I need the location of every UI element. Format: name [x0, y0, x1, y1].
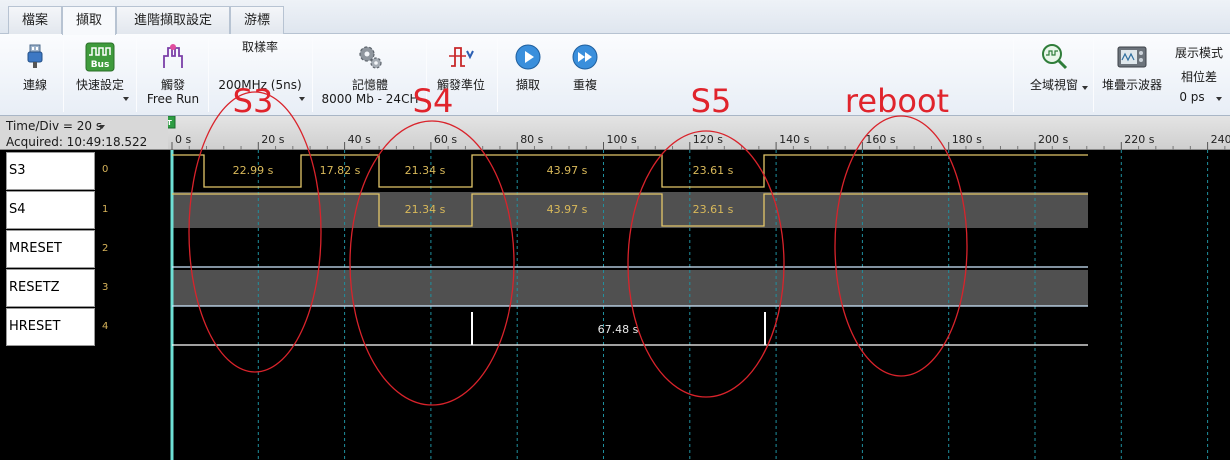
- ruler-info-panel: Time/Div = 20 s Acquired: 10:49:18.522: [0, 116, 168, 150]
- stack-scope-button[interactable]: 堆疊示波器: [1096, 34, 1168, 116]
- time-div-label[interactable]: Time/Div = 20 s: [6, 119, 102, 133]
- channel-track: [172, 153, 1088, 189]
- ribbon-toolbar: 連線 Bus 快速設定 觸發 Free Run 取樣率 200MHz (5ns): [0, 34, 1230, 116]
- memory-label: 記憶體: [351, 78, 388, 92]
- ruler-tick-label: 100 s: [607, 133, 637, 146]
- ruler-tick-label: 140 s: [779, 133, 809, 146]
- repeat-label: 重複: [572, 78, 597, 92]
- channel-name[interactable]: S4: [6, 191, 95, 229]
- ribbon-divider: [208, 38, 209, 112]
- pulse-width-label: 43.97 s: [547, 203, 588, 216]
- usb-icon: [27, 44, 43, 68]
- channel-name-column: S3 S4 MRESET RESETZ HRESET: [0, 150, 95, 460]
- tab-cursor[interactable]: 游標: [230, 6, 284, 34]
- pulse-width-label: 43.97 s: [547, 164, 588, 177]
- pulse-width-label: 21.34 s: [405, 203, 446, 216]
- tab-advanced-capture[interactable]: 進階擷取設定: [116, 6, 230, 34]
- svg-text:Bus: Bus: [91, 60, 110, 70]
- connect-label: 連線: [22, 78, 47, 92]
- ribbon-divider: [497, 38, 498, 112]
- channel-index-column: 0 1 2 3 4: [95, 150, 168, 460]
- memory-value: 8000 Mb - 24CH: [321, 92, 419, 106]
- pulse-width-label: 67.48 s: [598, 323, 639, 336]
- ruler-tick-label: 40 s: [348, 133, 371, 146]
- chevron-down-icon: [1082, 86, 1088, 90]
- play-icon: [515, 44, 541, 70]
- ruler-tick-label: 180 s: [952, 133, 982, 146]
- trigger-label: 觸發: [160, 78, 185, 92]
- acquired-time-label: Acquired: 10:49:18.522: [6, 135, 148, 149]
- chevron-down-icon: [1216, 97, 1222, 101]
- ruler-tick-label: 60 s: [434, 133, 457, 146]
- channel-index: 4: [102, 321, 109, 332]
- channel-track: [172, 270, 1088, 306]
- ruler-tick-label: 200 s: [1038, 133, 1068, 146]
- trigger-level-icon: [449, 47, 474, 67]
- tab-file[interactable]: 檔案: [8, 6, 62, 34]
- chevron-down-icon: [299, 97, 305, 101]
- channel-name[interactable]: RESETZ: [6, 269, 95, 307]
- global-view-button[interactable]: 全域視窗: [1016, 34, 1092, 116]
- sample-rate-dropdown[interactable]: 取樣率 200MHz (5ns): [210, 34, 310, 116]
- capture-button[interactable]: 擷取: [500, 34, 556, 116]
- channel-index: 0: [102, 164, 109, 175]
- ribbon-divider: [426, 38, 427, 112]
- ruler-tick-label: 160 s: [865, 133, 895, 146]
- ruler-tick-label: 20 s: [261, 133, 284, 146]
- trigger-button[interactable]: 觸發 Free Run: [140, 34, 206, 116]
- quick-setup-label: 快速設定: [75, 78, 124, 92]
- channel-index: 3: [102, 282, 109, 293]
- display-mode-label: 展示模式: [1174, 46, 1223, 60]
- pulse-width-label: 23.61 s: [693, 164, 734, 177]
- channel-index: 1: [102, 204, 109, 215]
- ruler-tick-label: 120 s: [693, 133, 723, 146]
- gears-icon: [359, 46, 382, 69]
- ruler-tick-label: 80 s: [520, 133, 543, 146]
- chevron-down-icon: [123, 97, 129, 101]
- quick-setup-button[interactable]: Bus 快速設定: [66, 34, 134, 116]
- chevron-down-icon: [99, 125, 105, 129]
- channel-name[interactable]: S3: [6, 152, 95, 190]
- waveform-area[interactable]: 22.99 s 17.82 s 21.34 s 43.97 s 23.61 s 21.34…: [168, 150, 1230, 460]
- pulse-width-label: 21.34 s: [405, 164, 446, 177]
- global-view-label: 全域視窗: [1029, 78, 1078, 92]
- display-mode-group[interactable]: 展示模式 相位差 0 ps: [1168, 34, 1230, 116]
- trigger-marker-label: T: [168, 119, 172, 127]
- sample-rate-value: 200MHz (5ns): [218, 78, 302, 92]
- fast-forward-icon: [572, 44, 598, 70]
- tab-capture[interactable]: 擷取: [62, 6, 116, 35]
- trigger-mode-label: Free Run: [146, 92, 200, 106]
- bus-icon: Bus: [85, 42, 115, 72]
- memory-button[interactable]: 記憶體 8000 Mb - 24CH: [316, 34, 424, 116]
- pulse-width-label: 22.99 s: [233, 164, 274, 177]
- pulse-width-label: 17.82 s: [320, 164, 361, 177]
- ribbon-divider: [312, 38, 313, 112]
- trigger-icon: [163, 44, 183, 68]
- magnifier-icon: [1042, 44, 1068, 70]
- ruler-tick-label: 240 s: [1211, 133, 1230, 146]
- channel-track: [172, 192, 1088, 228]
- connect-button[interactable]: 連線: [8, 34, 62, 116]
- oscilloscope-icon: [1117, 46, 1147, 68]
- trigger-level-button[interactable]: 觸發準位: [428, 34, 494, 116]
- ribbon-divider: [63, 38, 64, 112]
- menu-tab-bar: 檔案 擷取 進階擷取設定 游標: [0, 0, 1230, 35]
- channel-index: 2: [102, 243, 109, 254]
- time-ruler[interactable]: 0 s 20 s 40 s 60 s 80 s 100 s 120 s 140 s 160 s 1…: [168, 116, 1230, 150]
- pulse-width-label: 23.61 s: [693, 203, 734, 216]
- sample-rate-title: 取樣率: [241, 40, 278, 54]
- channel-track: [172, 231, 1088, 267]
- stack-scope-label: 堆疊示波器: [1101, 78, 1162, 92]
- ruler-tick-label: 0 s: [175, 133, 191, 146]
- trigger-level-label: 觸發準位: [436, 78, 485, 92]
- ribbon-divider: [1093, 38, 1094, 112]
- phase-diff-label: 相位差: [1180, 70, 1217, 84]
- ruler-tick-label: 220 s: [1124, 133, 1154, 146]
- channel-name[interactable]: MRESET: [6, 230, 95, 268]
- ribbon-divider: [136, 38, 137, 112]
- channel-name[interactable]: HRESET: [6, 308, 95, 346]
- capture-label: 擷取: [515, 78, 540, 92]
- ribbon-divider: [1013, 38, 1014, 112]
- repeat-button[interactable]: 重複: [556, 34, 614, 116]
